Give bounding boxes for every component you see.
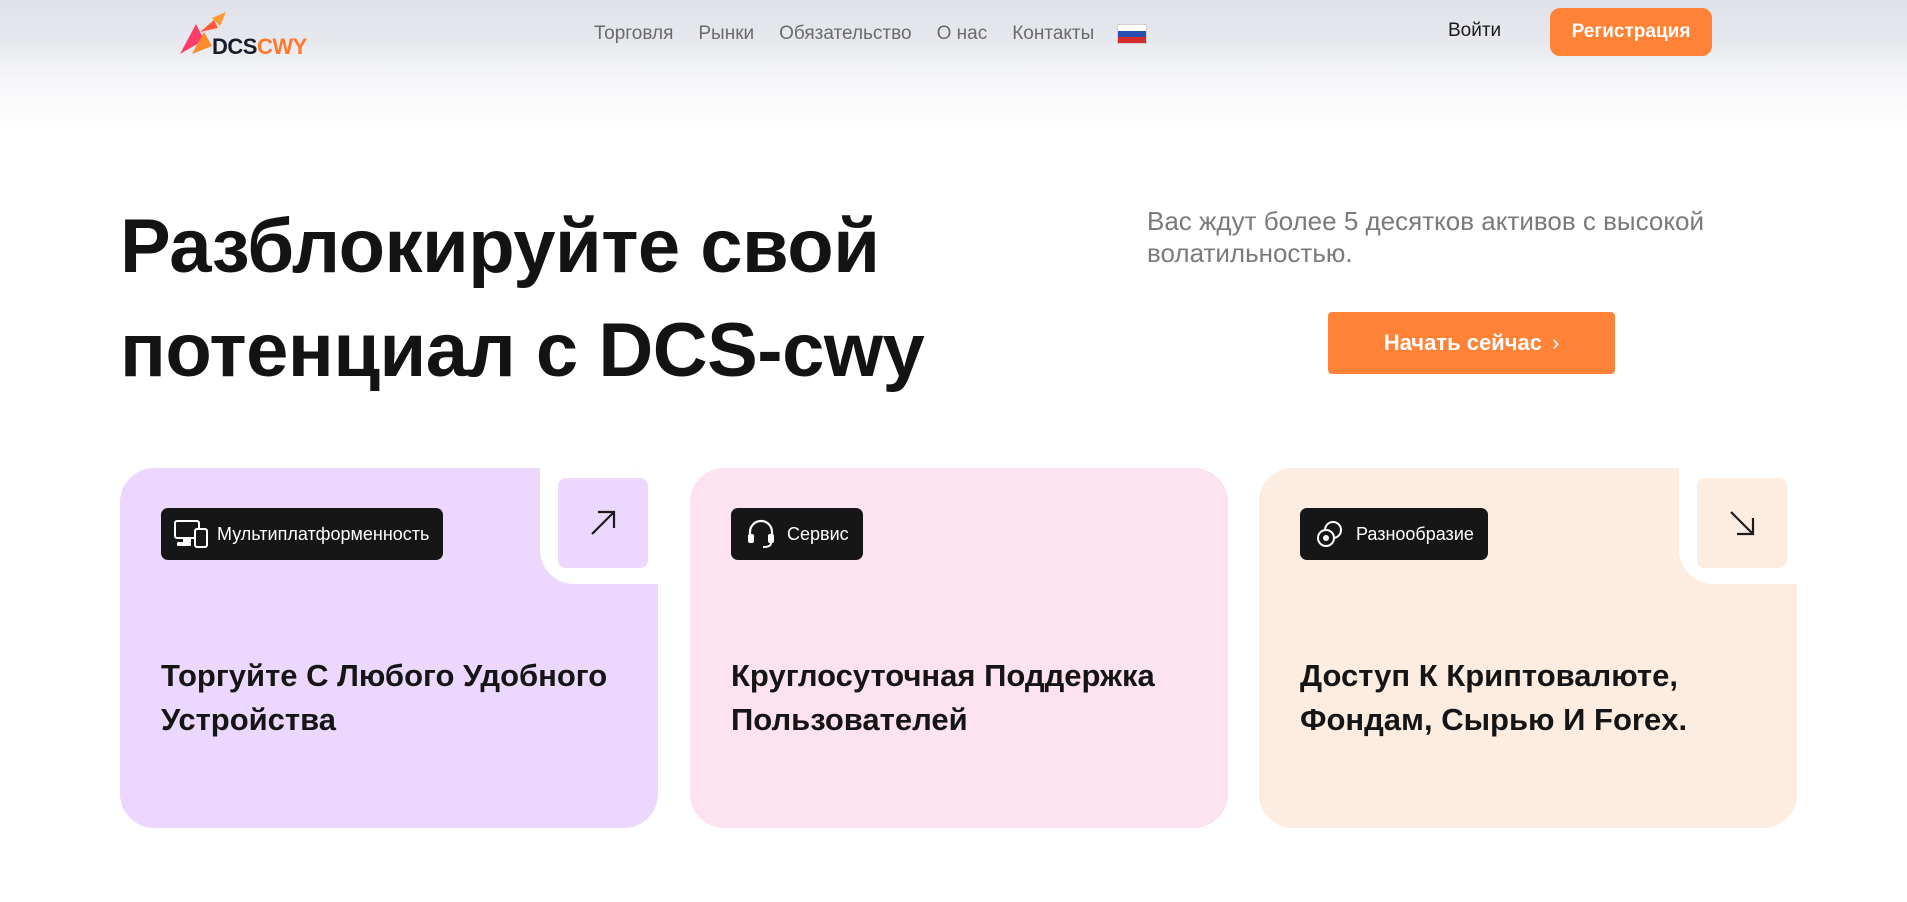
coins-icon (1312, 518, 1348, 550)
nav-item-about[interactable]: О нас (937, 23, 988, 45)
nav-item-markets[interactable]: Рынки (698, 23, 754, 45)
hero-title-line-2: потенциал с DCS-cwy (120, 308, 925, 393)
card-title: Круглосуточная Поддержка Пользователей (731, 658, 1155, 737)
brand-logo[interactable]: DCSCWY (178, 10, 308, 59)
card-title: Доступ К Криптовалюте, Фондам, Сырью И F… (1300, 658, 1688, 737)
hero-subtitle: Вас ждут более 5 десятков активов с высо… (1147, 206, 1704, 268)
register-button[interactable]: Регистрация (1550, 8, 1712, 56)
logo-text-dcs: DCS (212, 34, 257, 59)
hero-title: Разблокируйте свой потенциал с DCS-cwy (120, 195, 1020, 403)
feature-card-service: Сервис Круглосуточная Поддержка Пользова… (690, 468, 1228, 828)
site-header: DCSCWY Торговля Рынки Обязательство О на… (0, 0, 1907, 130)
feature-card-multiplatform: Мультиплатформенность Торгуйте С Любого … (120, 468, 658, 828)
arrow-down-right-icon[interactable] (1697, 478, 1787, 568)
feature-card-variety: Разнообразие Доступ К Криптовалюте, Фонд… (1259, 468, 1797, 828)
login-link[interactable]: Войти (1448, 20, 1501, 42)
tag-service: Сервис (731, 508, 863, 560)
tag-label: Разнообразие (1356, 523, 1474, 544)
chevron-right-icon: › (1551, 330, 1560, 355)
tag-label: Сервис (787, 523, 849, 544)
tag-label: Мультиплатформенность (217, 523, 430, 544)
nav-item-contacts[interactable]: Контакты (1012, 23, 1094, 45)
start-now-button[interactable]: Начать сейчас › (1328, 312, 1615, 374)
main-nav: Торговля Рынки Обязательство О нас Конта… (594, 18, 1148, 50)
hero-title-line-1: Разблокируйте свой (120, 204, 880, 289)
devices-icon (173, 518, 209, 550)
card-title: Торгуйте С Любого Удобного Устройства (161, 658, 608, 737)
tag-variety: Разнообразие (1300, 508, 1488, 560)
headset-icon (743, 518, 779, 550)
nav-item-commitment[interactable]: Обязательство (779, 23, 911, 45)
logo-text-cwy: CWY (256, 34, 307, 59)
nav-item-trading[interactable]: Торговля (594, 23, 673, 45)
start-now-label: Начать сейчас (1383, 330, 1542, 355)
russia-flag-icon[interactable] (1117, 24, 1148, 44)
tag-multiplatform: Мультиплатформенность (161, 508, 444, 560)
arrow-up-right-icon[interactable] (558, 478, 648, 568)
